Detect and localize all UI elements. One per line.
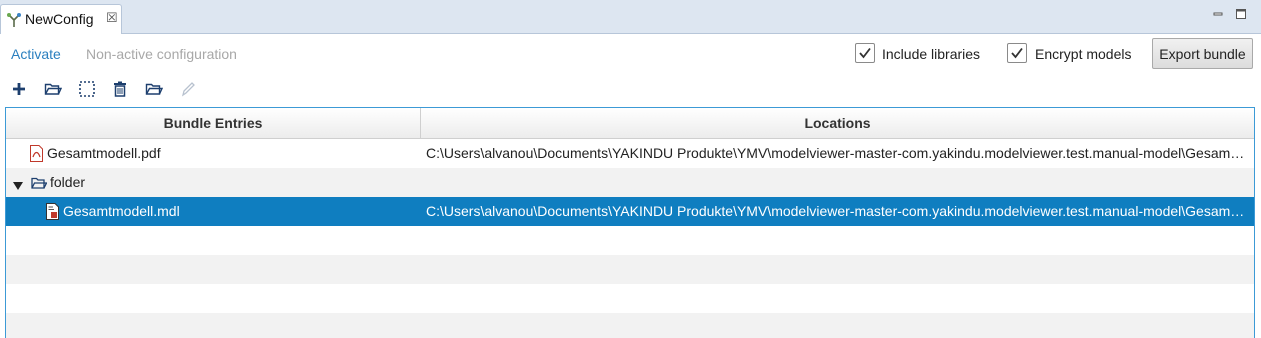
table-row-selected[interactable]: Gesamtmodell.mdl C:\Users\alvanou\Docume…	[6, 197, 1254, 226]
column-header-locations[interactable]: Locations	[421, 108, 1254, 138]
bundle-entries-table: Bundle Entries Locations Gesamtmodell.pd…	[5, 107, 1255, 338]
configuration-status: Non-active configuration	[86, 46, 237, 62]
entry-name: folder	[50, 174, 86, 190]
column-header-bundle-entries[interactable]: Bundle Entries	[6, 108, 421, 138]
editor-tab-bar: NewConfig ☒	[0, 0, 1261, 34]
empty-row	[6, 313, 1254, 338]
maximize-icon[interactable]	[1234, 7, 1248, 21]
delete-icon[interactable]	[111, 80, 129, 98]
add-icon[interactable]	[10, 80, 28, 98]
entry-location: C:\Users\alvanou\Documents\YAKINDU Produ…	[426, 145, 1248, 161]
edit-pencil-icon[interactable]	[179, 80, 197, 98]
entry-name: Gesamtmodell.pdf	[47, 145, 161, 161]
encrypt-models-checkbox[interactable]	[1007, 43, 1027, 63]
include-libraries-checkbox[interactable]	[855, 43, 875, 63]
table-row[interactable]: folder	[6, 168, 1254, 197]
open-folder-icon[interactable]	[44, 80, 62, 98]
expand-arrow-icon[interactable]	[13, 177, 23, 193]
tab-newconfig[interactable]: NewConfig ☒	[0, 4, 122, 34]
pdf-file-icon	[29, 145, 44, 162]
table-row[interactable]: Gesamtmodell.pdf C:\Users\alvanou\Docume…	[6, 139, 1254, 168]
select-area-icon[interactable]	[78, 80, 96, 98]
empty-row	[6, 226, 1254, 255]
encrypt-models-label: Encrypt models	[1035, 46, 1132, 62]
empty-row	[6, 255, 1254, 284]
entry-name: Gesamtmodell.mdl	[63, 203, 180, 219]
entry-location: C:\Users\alvanou\Documents\YAKINDU Produ…	[426, 203, 1248, 219]
close-icon[interactable]: ☒	[106, 10, 118, 26]
activate-link[interactable]: Activate	[11, 46, 61, 62]
mdl-file-icon	[45, 203, 60, 220]
export-bundle-button[interactable]: Export bundle	[1152, 38, 1253, 69]
folder-icon[interactable]	[145, 80, 163, 98]
minimize-icon[interactable]	[1211, 7, 1225, 21]
table-header: Bundle Entries Locations	[6, 108, 1254, 139]
empty-row	[6, 284, 1254, 313]
include-libraries-label: Include libraries	[882, 46, 981, 62]
folder-icon	[31, 174, 48, 191]
tab-title: NewConfig	[25, 11, 94, 27]
config-icon	[6, 12, 22, 28]
